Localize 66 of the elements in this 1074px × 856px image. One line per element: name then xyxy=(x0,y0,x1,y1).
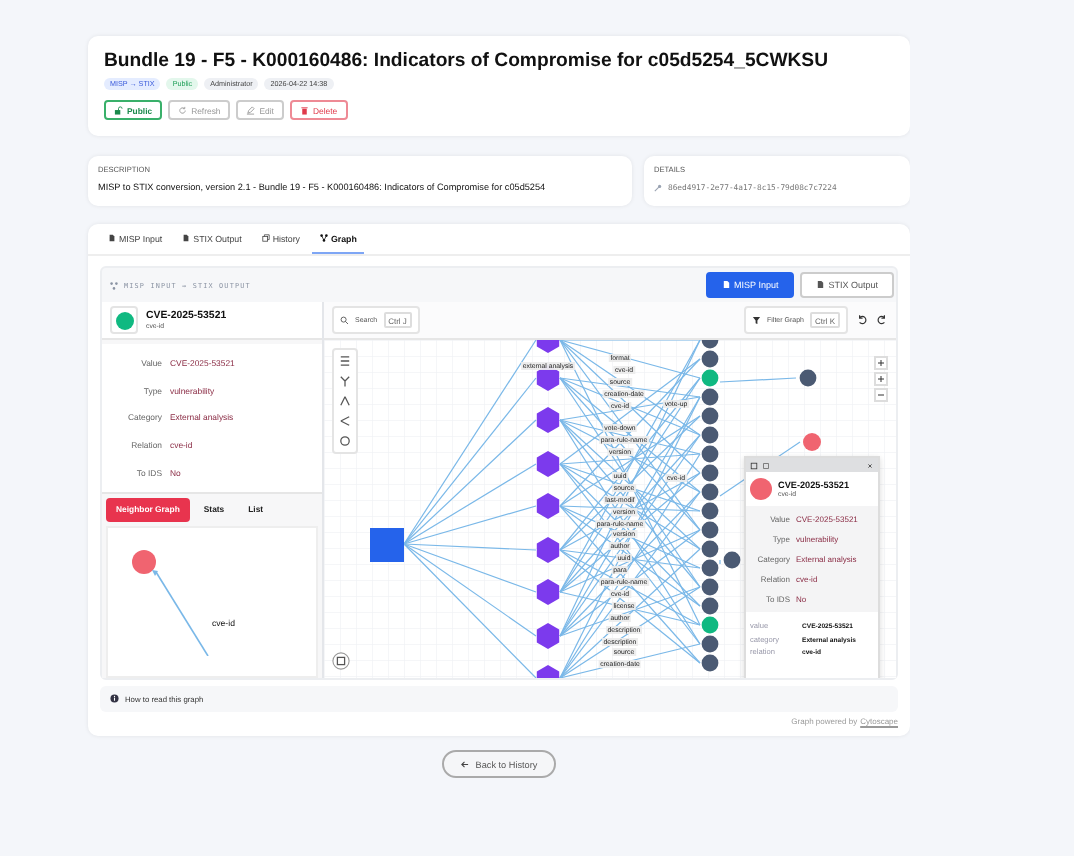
graph-node[interactable] xyxy=(536,579,560,605)
graph-edge xyxy=(719,559,721,565)
graph-node[interactable] xyxy=(799,369,817,387)
graph-node[interactable] xyxy=(723,551,741,569)
copy-icon xyxy=(261,234,270,242)
graph-node[interactable] xyxy=(701,388,719,406)
zoom-in-button[interactable] xyxy=(874,372,888,386)
graph-node[interactable] xyxy=(701,616,719,634)
zoom-out-button[interactable] xyxy=(874,388,888,402)
page-title: Bundle 19 - F5 - K000160486: Indicators of Compromise for c05d5254_5CWKSU xyxy=(104,48,831,74)
graph-node[interactable] xyxy=(701,635,719,653)
graph-node[interactable] xyxy=(536,407,560,433)
graph-node[interactable] xyxy=(803,433,821,451)
redo-icon[interactable] xyxy=(876,314,888,326)
graph-edge xyxy=(719,377,797,383)
arrow-left-icon xyxy=(460,759,470,769)
node-swatch xyxy=(750,478,772,500)
neighbor-graph-drawing xyxy=(132,549,210,656)
share-icon[interactable] xyxy=(336,412,354,430)
graph-node[interactable] xyxy=(536,451,560,477)
document-icon xyxy=(182,234,191,242)
graph-node[interactable] xyxy=(536,665,560,678)
graph-icon xyxy=(319,234,328,242)
plus-icon xyxy=(876,374,886,384)
lock-icon xyxy=(114,106,123,116)
graph-node[interactable] xyxy=(701,445,719,463)
graph-node[interactable] xyxy=(701,464,719,482)
graph-icon xyxy=(110,281,118,289)
graph-node[interactable] xyxy=(536,493,560,519)
minus-icon xyxy=(876,390,886,400)
graph-node[interactable] xyxy=(701,483,719,501)
refresh-icon xyxy=(178,106,188,116)
document-icon xyxy=(816,280,826,290)
undo-icon[interactable] xyxy=(856,314,868,326)
expand-icon[interactable] xyxy=(750,461,758,469)
fit-icon xyxy=(876,358,886,368)
document-icon xyxy=(722,280,732,290)
graph-node[interactable] xyxy=(701,654,719,672)
target-icon[interactable] xyxy=(336,432,354,450)
graph-node[interactable] xyxy=(701,578,719,596)
graph-node[interactable] xyxy=(701,559,719,577)
list-icon[interactable] xyxy=(336,352,354,370)
graph-node[interactable] xyxy=(701,369,719,387)
document-icon xyxy=(108,234,116,242)
pin-icon[interactable] xyxy=(761,461,769,469)
graph-node[interactable] xyxy=(701,407,719,425)
close-icon[interactable] xyxy=(866,461,874,469)
panel-toggle-icon[interactable] xyxy=(332,652,350,670)
key-icon xyxy=(654,183,662,191)
graph-node[interactable] xyxy=(536,537,560,563)
graph-node[interactable] xyxy=(701,426,719,444)
graph-node[interactable] xyxy=(370,528,404,562)
graph-node[interactable] xyxy=(701,502,719,520)
graph-node[interactable] xyxy=(536,623,560,649)
search-icon xyxy=(340,315,349,325)
graph-node[interactable] xyxy=(701,521,719,539)
fit-button[interactable] xyxy=(874,356,888,370)
trash-icon xyxy=(299,106,309,116)
branch-icon[interactable] xyxy=(336,372,354,390)
graph-node[interactable] xyxy=(701,340,719,349)
graph-node[interactable] xyxy=(701,597,719,615)
info-icon xyxy=(110,694,119,704)
graph-node[interactable] xyxy=(701,540,719,558)
edit-icon xyxy=(246,106,256,116)
filter-icon xyxy=(752,315,762,325)
hierarchy-icon[interactable] xyxy=(336,392,354,410)
